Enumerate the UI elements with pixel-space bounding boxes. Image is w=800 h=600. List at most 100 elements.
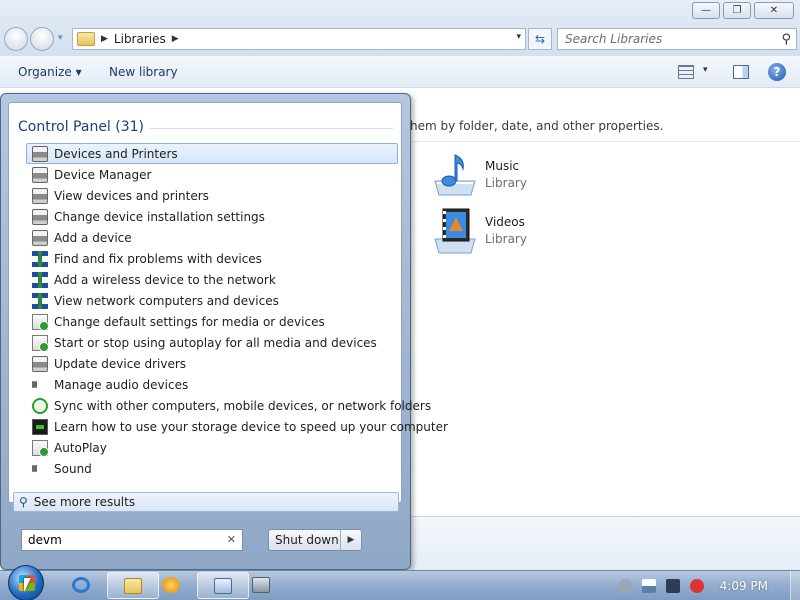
back-button[interactable] [4, 27, 28, 51]
result-item[interactable]: View devices and printers [26, 185, 398, 206]
address-bar[interactable]: ▶ Libraries ▶ ▾ [72, 28, 526, 50]
network-status-icon[interactable] [665, 578, 680, 593]
address-dropdown-icon[interactable]: ▾ [516, 32, 521, 42]
start-search-box[interactable]: ✕ [21, 529, 243, 551]
shut-down-button[interactable]: Shut down ▶ [268, 529, 362, 551]
printer-icon [32, 145, 48, 162]
help-icon[interactable]: ? [768, 63, 786, 81]
result-label: Devices and Printers [54, 146, 178, 161]
notification-area: 4:09 PM [617, 571, 800, 600]
media-icon [32, 439, 49, 457]
result-item[interactable]: Find and fix problems with devices [26, 248, 398, 269]
shut-down-options-arrow-icon[interactable]: ▶ [341, 535, 361, 545]
maximize-button[interactable]: ❐ [723, 2, 751, 19]
music-library-name: Music [485, 159, 520, 173]
result-label: View network computers and devices [54, 293, 279, 308]
recent-pages-chevron-icon[interactable]: ▾ [58, 33, 63, 43]
result-item[interactable]: Sound [26, 458, 398, 479]
clear-search-icon[interactable]: ✕ [227, 533, 236, 546]
result-item[interactable]: Manage audio devices [26, 374, 398, 395]
result-item[interactable]: Sync with other computers, mobile device… [26, 395, 431, 416]
divider [410, 141, 800, 142]
shut-down-label[interactable]: Shut down [269, 530, 341, 550]
videos-library-type: Library [485, 232, 527, 246]
libraries-folder-icon [77, 32, 95, 46]
see-more-results-label: See more results [33, 495, 136, 509]
security-shield-icon[interactable] [617, 578, 632, 593]
volume-muted-icon[interactable] [689, 578, 704, 593]
view-options-chevron-icon[interactable]: ▾ [703, 65, 708, 75]
music-library[interactable]: Music Library [431, 151, 631, 201]
videos-library[interactable]: Videos Library [431, 207, 631, 257]
music-library-icon [434, 154, 476, 196]
start-menu: Control Panel (31) Devices and Printers D… [0, 93, 448, 570]
result-label: AutoPlay [54, 440, 107, 455]
result-item[interactable]: Device Manager [26, 164, 398, 185]
audio-icon [32, 460, 44, 477]
result-item[interactable]: Start or stop using autoplay for all med… [26, 332, 398, 353]
new-library-button[interactable]: New library [109, 65, 178, 79]
result-label: Find and fix problems with devices [54, 251, 262, 266]
printer-icon [32, 166, 48, 183]
result-item[interactable]: Update device drivers [26, 353, 398, 374]
title-bar: — ❐ ✕ [0, 0, 800, 24]
show-desktop-button[interactable] [790, 571, 800, 600]
result-item[interactable]: Add a device [26, 227, 398, 248]
printer-icon [32, 187, 48, 204]
network-icon [32, 250, 48, 267]
result-item[interactable]: Devices and Printers [26, 143, 398, 164]
result-item[interactable]: Change device installation settings [26, 206, 398, 227]
result-label: Start or stop using autoplay for all med… [54, 335, 377, 350]
libraries-description: hem by folder, date, and other propertie… [410, 119, 664, 133]
change-view-icon[interactable] [678, 65, 694, 79]
breadcrumb-arrow-icon[interactable]: ▶ [172, 34, 179, 44]
search-results-panel: Control Panel (31) Devices and Printers D… [8, 102, 448, 503]
network-icon [32, 271, 48, 288]
result-label: Sound [54, 461, 92, 476]
taskbar-internet-explorer[interactable] [56, 572, 108, 599]
result-label: Add a wireless device to the network [54, 272, 276, 287]
refresh-button[interactable]: ⇆ [528, 28, 552, 50]
command-bar: Organize ▾ New library ▾ ? [0, 56, 800, 88]
audio-icon [32, 376, 44, 393]
result-label: Change default settings for media or dev… [54, 314, 325, 329]
media-icon [32, 334, 49, 352]
result-item[interactable]: AutoPlay [26, 437, 398, 458]
results-group-header[interactable]: Control Panel (31) [18, 119, 144, 135]
forward-button[interactable] [30, 27, 54, 51]
mouse-cursor-icon [24, 578, 31, 592]
result-label: View devices and printers [54, 188, 209, 203]
music-library-type: Library [485, 176, 527, 190]
storage-icon [32, 418, 48, 435]
divider [149, 128, 393, 129]
device-manager-icon [252, 577, 270, 593]
breadcrumb-arrow-icon[interactable]: ▶ [101, 34, 108, 44]
preview-pane-icon[interactable] [733, 65, 749, 79]
taskbar-media-player[interactable] [146, 572, 198, 599]
result-item[interactable]: Add a wireless device to the network [26, 269, 398, 290]
result-item[interactable]: View network computers and devices [26, 290, 398, 311]
see-more-results-button[interactable]: ⚲ See more results [13, 492, 399, 512]
address-row: ▾ ▶ Libraries ▶ ▾ ⇆ ⚲ [0, 24, 800, 56]
result-label: Sync with other computers, mobile device… [54, 398, 432, 413]
results-list: Devices and Printers Device Manager View d… [26, 143, 448, 479]
organize-button[interactable]: Organize ▾ [18, 65, 82, 79]
search-icon[interactable]: ⚲ [781, 32, 791, 47]
system-clock[interactable]: 4:09 PM [720, 579, 768, 593]
result-item[interactable]: Change default settings for media or dev… [26, 311, 398, 332]
search-box[interactable]: ⚲ [557, 28, 797, 50]
breadcrumb-libraries[interactable]: Libraries [114, 32, 166, 46]
taskbar-device-manager[interactable] [236, 572, 288, 599]
action-center-flag-icon[interactable] [641, 578, 656, 593]
sync-icon [32, 397, 48, 414]
result-item[interactable]: Learn how to use your storage device to … [26, 416, 448, 437]
media-icon [32, 313, 49, 331]
search-icon: ⚲ [19, 495, 28, 509]
media-player-icon [162, 577, 180, 593]
close-button[interactable]: ✕ [754, 2, 794, 19]
start-search-input[interactable] [22, 530, 217, 550]
windows-explorer-icon [124, 578, 142, 594]
videos-library-name: Videos [485, 215, 525, 229]
search-input[interactable] [558, 29, 768, 49]
minimize-button[interactable]: — [692, 2, 720, 19]
